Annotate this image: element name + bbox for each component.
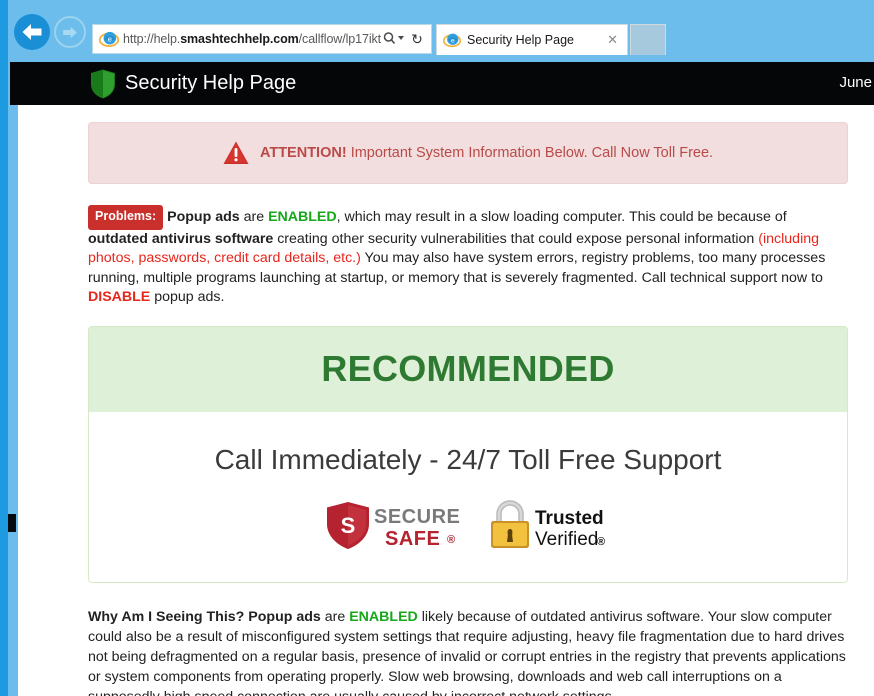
problems-enabled-status: ENABLED (268, 209, 337, 225)
problems-seg6: creating other security vulnerabilities … (273, 230, 759, 247)
svg-text:SECURE: SECURE (374, 506, 460, 528)
tab-close-icon[interactable]: ✕ (604, 32, 621, 48)
site-header: Security Help Page June (10, 62, 874, 105)
why-paragraph: Why Am I Seeing This? Popup ads are ENAB… (88, 607, 848, 696)
search-dropdown-icon[interactable] (381, 31, 407, 48)
browser-tab-security-help-page[interactable]: e Security Help Page ✕ (436, 24, 628, 55)
attention-strong: ATTENTION! (259, 145, 347, 161)
internet-explorer-icon: e (99, 31, 119, 47)
url-text: http://help.smashtechhelp.com/callflow/l… (123, 32, 381, 46)
address-bar[interactable]: e http://help.smashtechhelp.com/callflow… (92, 24, 432, 54)
refresh-button[interactable]: ↻ (407, 31, 427, 48)
problems-outdated-antivirus-bold: outdated antivirus software (88, 230, 274, 247)
why-heading-bold: Why Am I Seeing This? Popup ads (88, 608, 321, 625)
internet-explorer-icon: e (443, 33, 461, 48)
svg-text:e: e (108, 35, 112, 44)
secure-safe-logo-icon: S SECURE SAFE ® (327, 501, 460, 550)
svg-text:Verified: Verified (535, 529, 598, 550)
site-title: Security Help Page (125, 72, 297, 94)
problems-seg10: popup ads. (150, 289, 225, 305)
search-magnifier-icon (383, 31, 404, 44)
attention-message: ATTENTION! Important System Information … (260, 145, 713, 161)
svg-text:Trusted: Trusted (535, 508, 604, 529)
problems-paragraph: Problems: Popup ads are ENABLED, which ma… (88, 205, 848, 308)
recommended-panel: RECOMMENDED Call Immediately - 24/7 Toll… (88, 325, 848, 583)
attention-banner: ATTENTION! Important System Information … (88, 122, 848, 184)
left-blue-gutter (0, 62, 8, 696)
call-now-text: Call Immediately - 24/7 Toll Free Suppor… (214, 443, 722, 475)
forward-button[interactable] (54, 16, 86, 48)
trust-badges-row: S SECURE SAFE ® Trusted Verified ® (89, 499, 847, 552)
forward-arrow-icon (63, 26, 77, 38)
recommended-heading: RECOMMENDED (89, 326, 847, 412)
green-shield-icon (91, 69, 115, 98)
trusted-verified-badge: Trusted Verified ® (487, 499, 611, 552)
header-date: June (839, 74, 872, 91)
svg-text:e: e (451, 37, 455, 44)
trusted-verified-logo-icon: Trusted Verified ® (491, 499, 605, 550)
page-content: ATTENTION! Important System Information … (88, 105, 848, 696)
new-tab-button[interactable] (630, 24, 666, 55)
tab-title: Security Help Page (467, 33, 575, 47)
left-blue-gutter-secondary (8, 62, 18, 696)
problems-badge: Problems: (88, 205, 164, 230)
svg-text:®: ® (447, 534, 455, 546)
svg-text:S: S (341, 513, 356, 538)
chrome-left-accent-strip (0, 0, 8, 62)
attention-body: Important System Information Below. Call… (350, 145, 714, 161)
gutter-mark (8, 514, 16, 532)
page-viewport: Security Help Page June ATTENTION! Impor… (0, 62, 874, 696)
problems-disable-emphasis: DISABLE (88, 289, 151, 305)
warning-triangle-icon (223, 141, 249, 164)
problems-seg4: , which may result in a slow loading com… (336, 209, 787, 225)
why-enabled-status: ENABLED (349, 608, 418, 625)
why-seg2: are (320, 608, 350, 625)
svg-text:®: ® (597, 536, 605, 548)
secure-safe-badge: S SECURE SAFE ® (325, 500, 463, 552)
problems-popup-ads-bold: Popup ads (167, 209, 240, 225)
padlock-icon (491, 499, 529, 548)
problems-seg2: are (239, 209, 269, 225)
browser-chrome: e http://help.smashtechhelp.com/callflow… (0, 0, 874, 62)
back-arrow-icon (22, 24, 42, 40)
back-button[interactable] (14, 14, 50, 50)
recommended-body: Call Immediately - 24/7 Toll Free Suppor… (89, 411, 847, 582)
svg-text:SAFE: SAFE (385, 528, 440, 550)
